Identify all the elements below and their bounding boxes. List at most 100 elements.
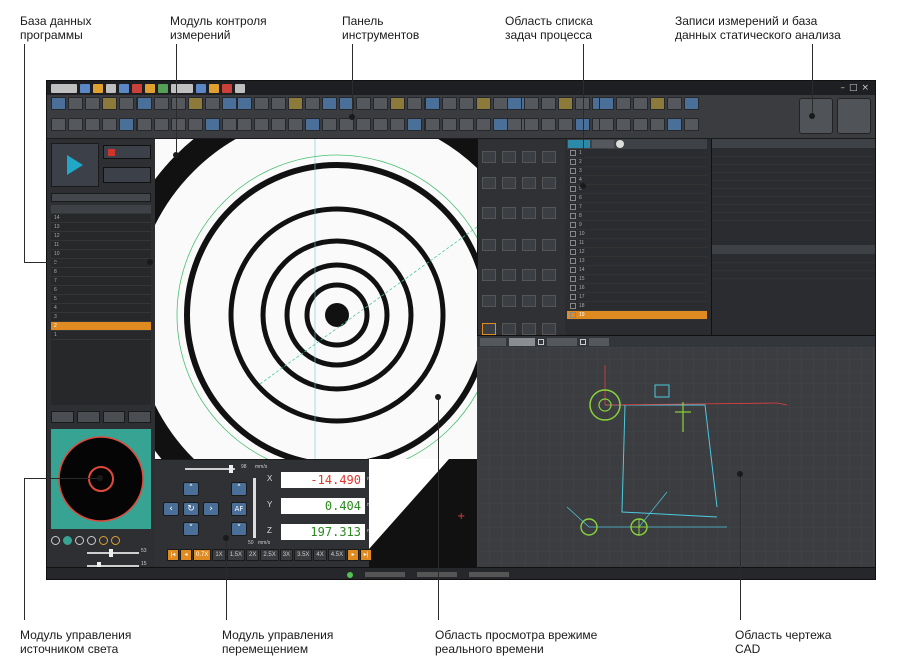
measure-tool-button[interactable] <box>502 269 516 281</box>
delete-button[interactable] <box>128 411 151 423</box>
tool-button[interactable] <box>271 97 286 110</box>
tool-button[interactable] <box>51 118 66 131</box>
list-item[interactable]: 13 <box>567 257 707 266</box>
list-item[interactable]: 15 <box>567 275 707 284</box>
task-checkbox[interactable] <box>570 267 576 273</box>
settings-icon[interactable] <box>145 83 155 93</box>
table-row[interactable]: 10 <box>51 250 151 259</box>
z-up-button[interactable]: ˄ <box>231 482 247 496</box>
list-item[interactable]: 8 <box>567 212 707 221</box>
move-left-button[interactable]: ‹ <box>163 502 179 516</box>
measure-tool-button[interactable] <box>542 239 556 251</box>
tool-button[interactable] <box>407 118 422 131</box>
tool-button[interactable] <box>288 97 303 110</box>
coaxial-light-icon[interactable] <box>87 535 96 545</box>
zoom-level-button[interactable]: 2.5X <box>260 549 279 561</box>
task-checkbox[interactable] <box>570 231 576 237</box>
tool-button[interactable] <box>493 118 508 131</box>
tool-button[interactable] <box>205 118 220 131</box>
tool-button[interactable] <box>237 118 252 131</box>
navigation-preview[interactable]: + <box>369 459 477 567</box>
refresh-button[interactable] <box>102 411 126 423</box>
move-up-button[interactable]: ˄ <box>183 482 199 496</box>
table-row[interactable]: 8 <box>51 268 151 277</box>
measure-tool-button[interactable] <box>502 295 516 307</box>
task-checkbox[interactable] <box>570 222 576 228</box>
table-row[interactable]: 6 <box>51 286 151 295</box>
zoom-prev-button[interactable]: ◂ <box>180 549 192 561</box>
zoom-level-button[interactable]: 1.5X <box>226 549 246 561</box>
tool-button[interactable] <box>650 118 665 131</box>
tool-button[interactable] <box>171 118 186 131</box>
tool-button[interactable] <box>254 118 269 131</box>
zoom-level-button[interactable]: 3X <box>279 549 294 561</box>
measure-tool-button[interactable] <box>542 177 556 189</box>
measure-tool-button[interactable] <box>542 323 556 335</box>
measure-tool-button[interactable] <box>502 207 516 219</box>
table-row[interactable]: 3 <box>51 313 151 322</box>
tool-button[interactable] <box>524 118 539 131</box>
table-row[interactable]: 5 <box>51 295 151 304</box>
tool-button[interactable] <box>322 97 337 110</box>
tool-button[interactable] <box>599 97 614 110</box>
zoom-level-button[interactable]: 4X <box>313 549 327 561</box>
tool-button[interactable] <box>541 118 556 131</box>
list-item[interactable]: 18 <box>567 302 707 311</box>
tool-button[interactable] <box>407 97 422 110</box>
tool-button[interactable] <box>254 97 269 110</box>
tool-button[interactable] <box>154 97 169 110</box>
task-checkbox[interactable] <box>570 150 576 156</box>
list-item[interactable]: 16 <box>567 284 707 293</box>
tool-button[interactable] <box>390 97 405 110</box>
task-checkbox[interactable] <box>570 177 576 183</box>
tool-button[interactable] <box>188 118 203 131</box>
measure-tool-button[interactable] <box>522 323 536 335</box>
tool-button[interactable] <box>667 97 682 110</box>
tool-button[interactable] <box>322 118 337 131</box>
sun-light-icon[interactable] <box>111 535 120 545</box>
task-checkbox[interactable] <box>570 240 576 246</box>
tool-button[interactable] <box>222 118 237 131</box>
table-row[interactable]: 14 <box>51 214 151 223</box>
tab-features[interactable] <box>592 140 614 148</box>
tool-button[interactable] <box>667 118 682 131</box>
save-icon[interactable] <box>106 83 116 93</box>
cad-option-checkbox-2[interactable] <box>580 338 586 345</box>
measure-tool-button[interactable] <box>542 269 556 281</box>
measure-tool-button[interactable] <box>502 151 516 163</box>
list-item[interactable]: 3 <box>567 167 707 176</box>
measure-tool-button[interactable] <box>542 151 556 163</box>
zoom-level-button[interactable]: 0.7X <box>193 549 212 561</box>
record-row[interactable] <box>712 197 875 205</box>
tool-button[interactable] <box>137 97 152 110</box>
task-checkbox[interactable] <box>570 204 576 210</box>
tool-button[interactable] <box>493 97 508 110</box>
list-item[interactable]: 12 <box>567 248 707 257</box>
zoom-last-button[interactable]: ▸| <box>360 549 373 561</box>
list-item[interactable]: 10 <box>567 230 707 239</box>
light-slider-1[interactable] <box>87 549 139 557</box>
tool-button[interactable] <box>154 118 169 131</box>
analysis-row[interactable] <box>712 255 875 263</box>
task-checkbox[interactable] <box>570 159 576 165</box>
tool-button[interactable] <box>68 118 83 131</box>
tool-button[interactable] <box>390 118 405 131</box>
tool-button[interactable] <box>85 97 100 110</box>
tool-button[interactable] <box>684 97 699 110</box>
measure-mode-button[interactable] <box>103 167 151 183</box>
zoom-level-button[interactable]: 4.5X <box>327 549 347 561</box>
home-button[interactable]: ↻ <box>183 502 199 516</box>
tool-button[interactable] <box>85 118 100 131</box>
cad-mode-button[interactable] <box>509 337 535 346</box>
tool-button[interactable] <box>356 118 371 131</box>
measure-tool-button[interactable] <box>502 239 516 251</box>
save-program-button[interactable] <box>76 411 100 423</box>
tool-button[interactable] <box>373 118 388 131</box>
tool-button[interactable] <box>507 118 522 131</box>
measure-tool-button[interactable] <box>542 295 556 307</box>
list-item[interactable]: 4 <box>567 176 707 185</box>
list-item[interactable]: 9 <box>567 221 707 230</box>
measure-tool-button[interactable] <box>482 177 496 189</box>
zoom-level-button[interactable]: 3.5X <box>294 549 313 561</box>
light-off-icon[interactable] <box>51 535 60 545</box>
